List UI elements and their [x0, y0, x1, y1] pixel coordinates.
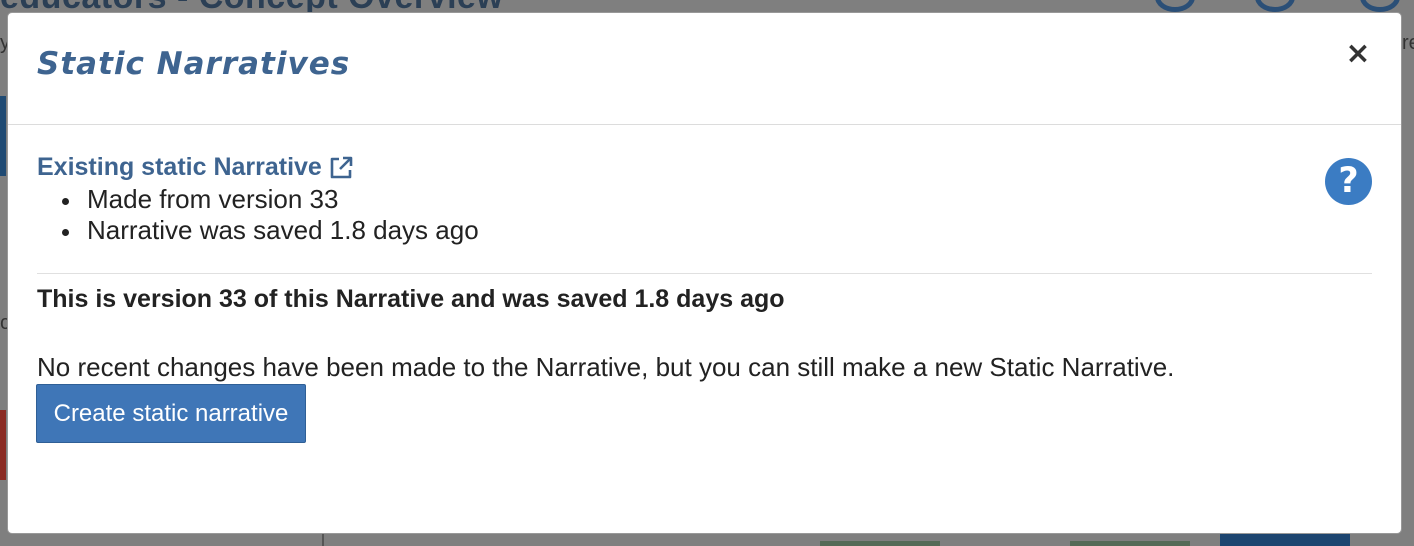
info-message: No recent changes have been made to the … — [37, 352, 1175, 382]
version-summary: This is version 33 of this Narrative and… — [37, 285, 785, 313]
background-tab — [820, 541, 940, 546]
modal-title: Static Narratives — [37, 46, 351, 82]
question-circle-icon[interactable]: ? — [1325, 158, 1372, 205]
list-item: Narrative was saved 1.8 days ago — [62, 215, 1372, 246]
background-text-fragment: re — [1402, 32, 1414, 54]
modal-header: Static Narratives × — [8, 13, 1401, 125]
existing-static-narrative-link[interactable]: Existing static Narrative — [37, 153, 322, 182]
existing-static-narrative-section: Existing static Narrative Made from vers… — [37, 153, 1372, 246]
list-item: Made from version 33 — [62, 184, 1372, 215]
background-icon — [1360, 0, 1400, 12]
static-narratives-modal: Static Narratives × Existing static Narr… — [7, 12, 1402, 534]
background-icon — [1255, 0, 1295, 12]
existing-details-list: Made from version 33 Narrative was saved… — [37, 184, 1372, 246]
background-tab — [1220, 534, 1350, 546]
existing-link-row: Existing static Narrative — [37, 153, 1372, 182]
background-divider — [322, 534, 324, 546]
section-divider — [37, 273, 1372, 274]
create-static-narrative-button[interactable]: Create static narrative — [36, 384, 306, 443]
background-left-bar — [0, 96, 6, 176]
external-link-icon[interactable] — [328, 155, 354, 181]
close-icon[interactable]: × — [1345, 39, 1371, 69]
background-tab — [1070, 541, 1190, 546]
background-left-red-button — [0, 410, 6, 480]
background-icon — [1155, 0, 1195, 12]
